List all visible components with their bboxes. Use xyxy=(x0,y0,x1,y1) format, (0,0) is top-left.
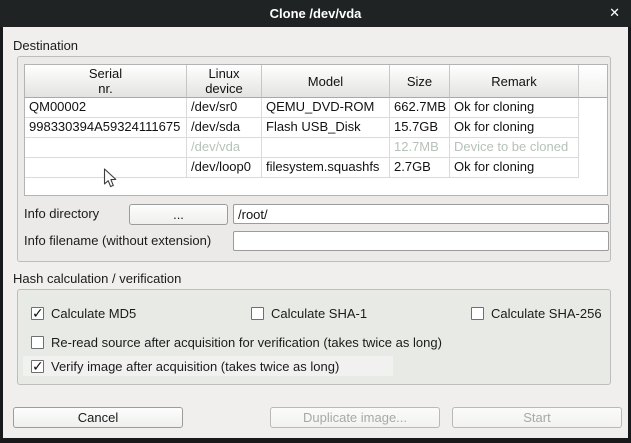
cell-size: 12.7MB xyxy=(390,138,450,158)
duplicate-image-button[interactable]: Duplicate image... xyxy=(270,407,440,428)
cell-model xyxy=(262,138,390,158)
hash-group-label: Hash calculation / verification xyxy=(13,271,181,286)
info-filename-label: Info filename (without extension) xyxy=(24,231,211,251)
window-title: Clone /dev/vda xyxy=(270,6,362,21)
cell-serial xyxy=(25,138,187,158)
cell-size: 15.7GB xyxy=(390,118,450,138)
cell-remark: Ok for cloning xyxy=(450,98,579,118)
cell-model: QEMU_DVD-ROM xyxy=(262,98,390,118)
dialog-body: Destination Serial nr. Linux device Mode… xyxy=(3,27,628,438)
cell-remark: Ok for cloning xyxy=(450,158,579,178)
destination-group-label: Destination xyxy=(13,38,78,53)
column-header-filler xyxy=(579,65,607,98)
sha256-checkbox-box[interactable] xyxy=(471,307,484,320)
cell-size: 2.7GB xyxy=(390,158,450,178)
info-directory-input[interactable] xyxy=(233,204,609,224)
checkbox-sha256[interactable]: Calculate SHA-256 xyxy=(471,304,602,322)
cancel-button[interactable]: Cancel xyxy=(13,407,183,428)
device-table-header: Serial nr. Linux device Model Size Remar… xyxy=(25,65,607,98)
table-row[interactable]: 998330394A59324111675 /dev/sda Flash USB… xyxy=(25,118,607,138)
checkbox-md5[interactable]: Calculate MD5 xyxy=(31,304,136,322)
cell-remark: Ok for cloning xyxy=(450,118,579,138)
reread-checkbox-label: Re-read source after acquisition for ver… xyxy=(51,335,442,350)
start-button[interactable]: Start xyxy=(452,407,622,428)
cell-model: filesystem.squashfs xyxy=(262,158,390,178)
md5-checkbox-label: Calculate MD5 xyxy=(51,306,136,321)
sha1-checkbox-label: Calculate SHA-1 xyxy=(271,306,367,321)
cell-serial: 998330394A59324111675 xyxy=(25,118,187,138)
verify-checkbox-box[interactable] xyxy=(31,360,44,373)
table-row-clone-source: /dev/vda 12.7MB Device to be cloned xyxy=(25,138,607,158)
verify-checkbox-label: Verify image after acquisition (takes tw… xyxy=(51,359,339,374)
cell-device: /dev/vda xyxy=(187,138,262,158)
reread-checkbox-box[interactable] xyxy=(31,336,44,349)
destination-groupbox: Serial nr. Linux device Model Size Remar… xyxy=(17,56,611,262)
cell-serial: QM00002 xyxy=(25,98,187,118)
cell-device: /dev/sr0 xyxy=(187,98,262,118)
hash-groupbox: Calculate MD5 Calculate SHA-1 Calculate … xyxy=(17,289,611,385)
browse-directory-button[interactable]: ... xyxy=(129,204,228,225)
checkbox-verify-image[interactable]: Verify image after acquisition (takes tw… xyxy=(31,357,339,375)
info-directory-label: Info directory xyxy=(24,204,99,224)
md5-checkbox-box[interactable] xyxy=(31,307,44,320)
cell-model: Flash USB_Disk xyxy=(262,118,390,138)
column-header-device: Linux device xyxy=(187,65,262,98)
clone-dialog-window: Clone /dev/vda ✕ Destination Serial nr. … xyxy=(0,0,631,443)
sha1-checkbox-box[interactable] xyxy=(251,307,264,320)
checkbox-reread-source[interactable]: Re-read source after acquisition for ver… xyxy=(31,333,442,351)
titlebar[interactable]: Clone /dev/vda ✕ xyxy=(0,0,631,27)
column-header-size: Size xyxy=(390,65,450,98)
table-row[interactable]: QM00002 /dev/sr0 QEMU_DVD-ROM 662.7MB Ok… xyxy=(25,98,607,118)
close-icon[interactable]: ✕ xyxy=(609,5,620,21)
info-filename-input[interactable] xyxy=(233,231,609,251)
column-header-remark: Remark xyxy=(450,65,579,98)
cell-device: /dev/sda xyxy=(187,118,262,138)
checkbox-sha1[interactable]: Calculate SHA-1 xyxy=(251,304,367,322)
mouse-cursor xyxy=(103,168,118,189)
column-header-serial: Serial nr. xyxy=(25,65,187,98)
cell-size: 662.7MB xyxy=(390,98,450,118)
cell-remark: Device to be cloned xyxy=(450,138,579,158)
sha256-checkbox-label: Calculate SHA-256 xyxy=(491,306,602,321)
cell-device: /dev/loop0 xyxy=(187,158,262,178)
column-header-model: Model xyxy=(262,65,390,98)
